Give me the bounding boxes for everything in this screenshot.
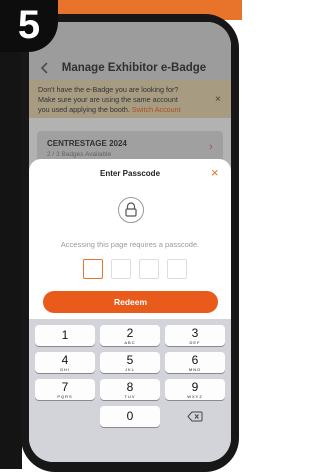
pin-box-2[interactable] (111, 259, 131, 279)
pin-box-4[interactable] (167, 259, 187, 279)
key-6-letters: MNO (188, 367, 202, 372)
key-2-digit: 2 (126, 326, 134, 340)
delete-key[interactable] (165, 406, 225, 427)
key-5-digit: 5 (126, 353, 134, 367)
step-badge: 5 (0, 0, 58, 52)
passcode-sheet: Enter Passcode × Accessing this page req… (29, 159, 231, 319)
key-3-letters: DEF (189, 340, 201, 345)
key-9-letters: WXYZ (187, 394, 203, 399)
backspace-icon (187, 411, 203, 422)
key-4-letters: GHI (59, 367, 71, 372)
key-3-digit: 3 (191, 326, 199, 340)
key-4-digit: 4 (61, 353, 69, 367)
key-9-digit: 9 (191, 380, 199, 394)
key-8-digit: 8 (126, 380, 134, 394)
key-6[interactable]: 6 MNO (165, 352, 225, 373)
pin-box-1[interactable] (83, 259, 103, 279)
key-4[interactable]: 4 GHI (35, 352, 95, 373)
key-7-letters: PQRS (57, 394, 73, 399)
key-0-digit: 0 (126, 409, 134, 423)
key-5[interactable]: 5 JKL (100, 352, 160, 373)
key-3[interactable]: 3 DEF (165, 325, 225, 346)
close-icon[interactable]: × (211, 165, 219, 180)
key-2[interactable]: 2 ABC (100, 325, 160, 346)
key-8-letters: TUV (124, 394, 136, 399)
numeric-keypad: 1 2 ABC 3 DEF 4 GHI 5 JKL 6 MNO 7 PQRS 8 TUV 9W… (29, 319, 231, 462)
redeem-button[interactable]: Redeem (43, 291, 218, 313)
key-5-letters: JKL (125, 367, 135, 372)
phone-screen: Manage Exhibitor e-Badge Don't have the … (29, 22, 231, 462)
key-8[interactable]: 8 TUV (100, 379, 160, 400)
step-number: 5 (17, 3, 41, 47)
key-1-digit: 1 (61, 328, 69, 342)
sheet-title: Enter Passcode (99, 169, 161, 178)
pin-box-3[interactable] (139, 259, 159, 279)
lock-icon (118, 197, 144, 223)
key-6-digit: 6 (191, 353, 199, 367)
key-9[interactable]: 9 WXYZ (165, 379, 225, 400)
key-7-digit: 7 (61, 380, 69, 394)
passcode-description: Accessing this page requires a passcode. (60, 240, 200, 249)
key-1[interactable]: 1 (35, 325, 95, 346)
key-2-letters: ABC (124, 340, 136, 345)
key-0[interactable]: 0 (100, 406, 160, 427)
left-device-edge (0, 40, 22, 469)
key-7[interactable]: 7 PQRS (35, 379, 95, 400)
